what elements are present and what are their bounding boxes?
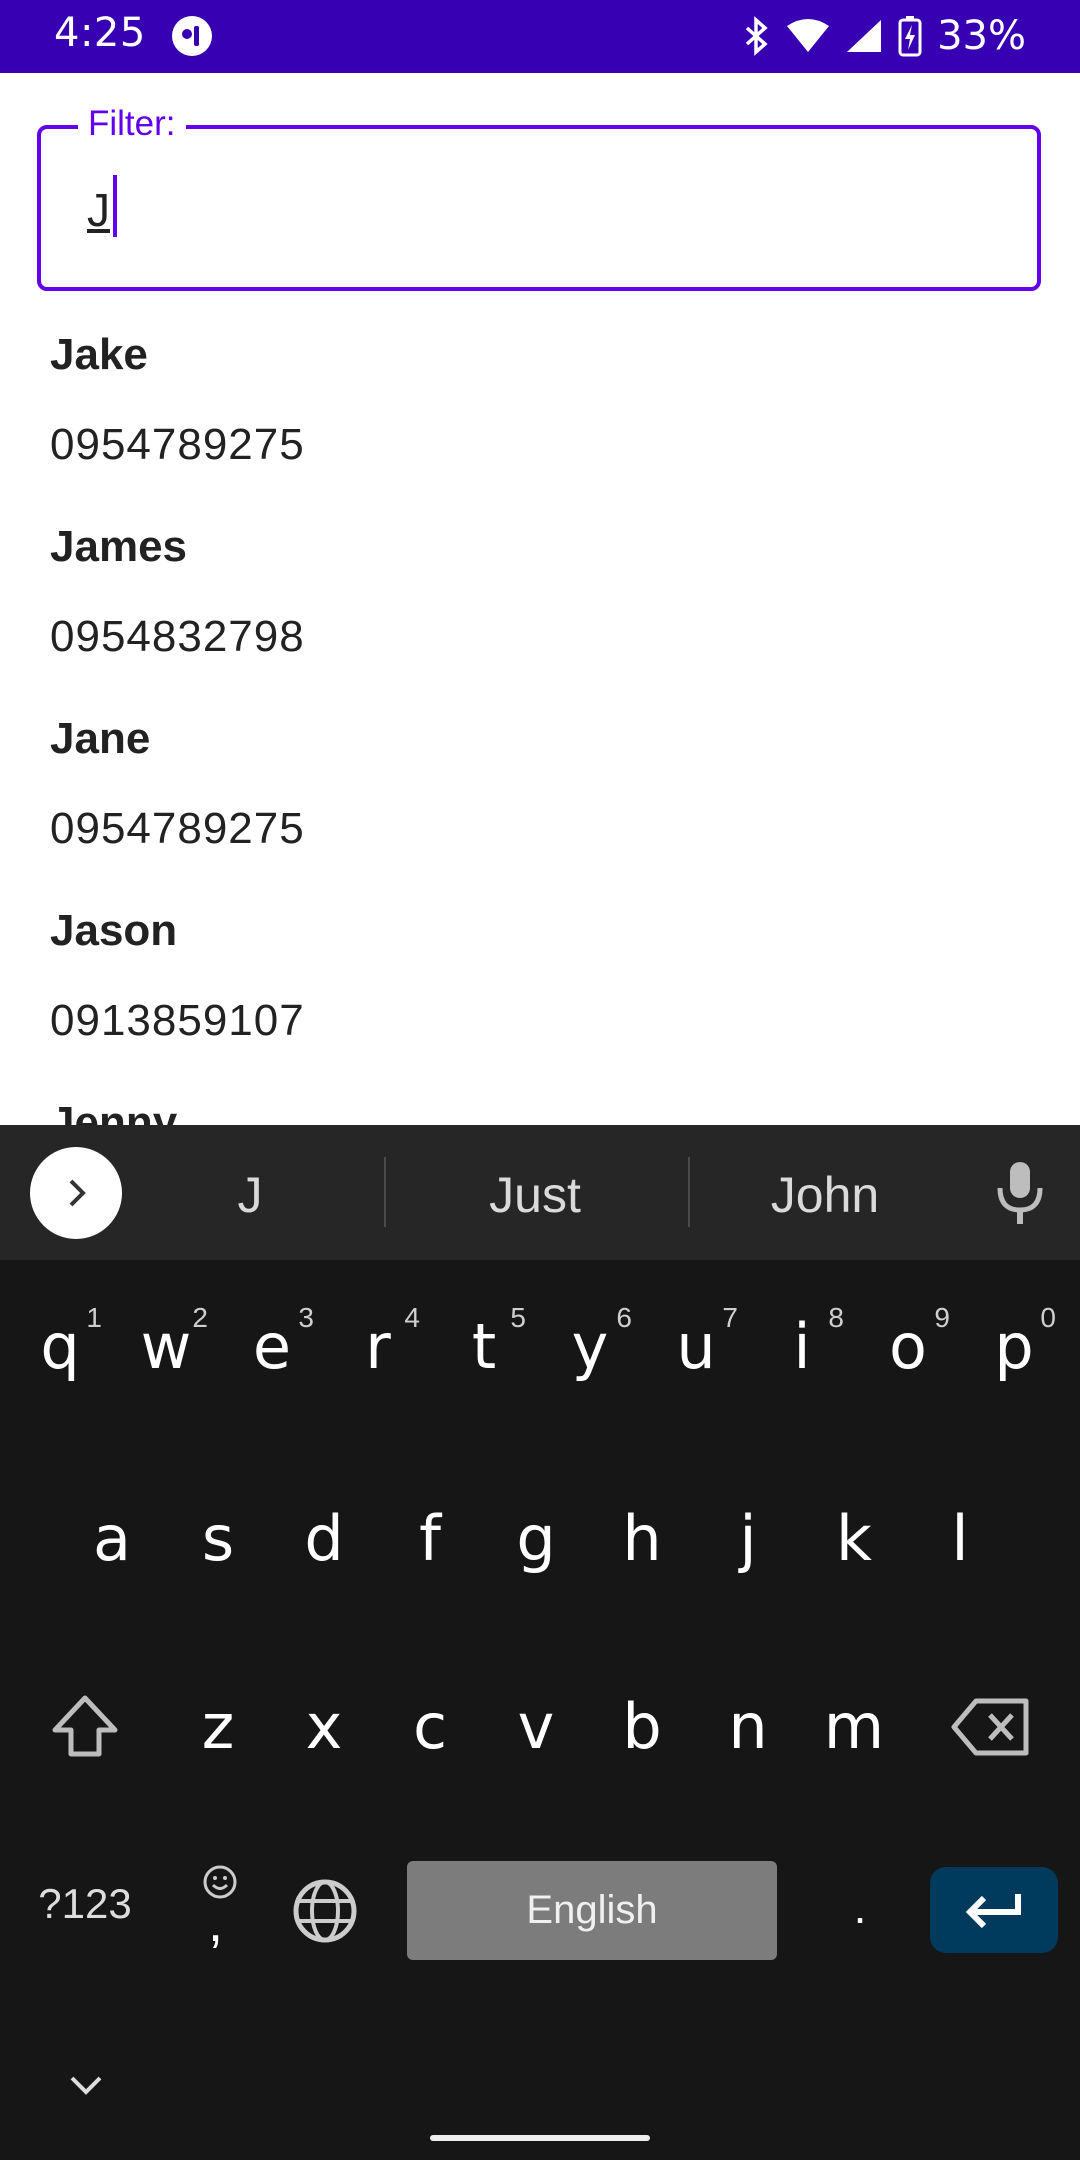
enter-key[interactable] xyxy=(930,1867,1058,1953)
contact-phone: 0954789275 xyxy=(50,420,305,469)
enter-icon xyxy=(965,1894,1021,1929)
key-a[interactable]: a xyxy=(64,1502,160,1575)
contact-name: Jenny xyxy=(50,1098,178,1125)
key-y[interactable]: y6 xyxy=(542,1302,638,1383)
backspace-key[interactable] xyxy=(944,1695,1040,1767)
shift-icon xyxy=(52,1695,118,1757)
suggestion-2[interactable]: Just xyxy=(410,1160,660,1230)
home-gesture-bar[interactable] xyxy=(430,2135,650,2141)
status-bar: 4:25 33% xyxy=(0,0,1080,73)
key-c[interactable]: c xyxy=(382,1690,478,1763)
globe-icon[interactable] xyxy=(290,1876,360,1946)
key-j[interactable]: j xyxy=(700,1502,796,1575)
space-key[interactable]: English xyxy=(407,1861,777,1960)
signal-icon xyxy=(847,20,882,52)
list-item[interactable]: James 0954832798 xyxy=(50,522,950,662)
key-l[interactable]: l xyxy=(912,1502,1008,1575)
contact-list[interactable]: Jake 0954789275 James 0954832798 Jane 09… xyxy=(0,300,1080,1125)
list-item[interactable]: Jenny xyxy=(50,1098,950,1125)
key-w[interactable]: w2 xyxy=(118,1302,214,1383)
key-z[interactable]: z xyxy=(170,1690,266,1763)
chevron-right-icon xyxy=(69,1179,86,1207)
key-v[interactable]: v xyxy=(488,1690,584,1763)
suggestion-3[interactable]: John xyxy=(710,1160,940,1230)
hide-keyboard-chevron-icon[interactable] xyxy=(66,2070,106,2100)
backspace-icon xyxy=(951,1698,1029,1756)
key-g[interactable]: g xyxy=(488,1502,584,1575)
suggestion-divider xyxy=(688,1157,690,1227)
key-d[interactable]: d xyxy=(276,1502,372,1575)
status-time: 4:25 xyxy=(54,10,146,56)
expand-toolbar-button[interactable] xyxy=(30,1147,122,1239)
comma-label: , xyxy=(208,1893,224,1953)
contact-phone: 0954832798 xyxy=(50,612,305,661)
list-item[interactable]: Jake 0954789275 xyxy=(50,330,950,470)
symbols-key[interactable]: ?123 xyxy=(30,1880,140,1928)
suggestion-divider xyxy=(384,1157,386,1227)
period-key[interactable]: . xyxy=(830,1880,890,1934)
key-n[interactable]: n xyxy=(700,1690,796,1763)
bluetooth-icon xyxy=(745,16,768,56)
app-icon xyxy=(172,16,212,56)
key-e[interactable]: e3 xyxy=(224,1302,320,1383)
list-item[interactable]: Jane 0954789275 xyxy=(50,714,950,854)
battery-charging-icon xyxy=(898,16,922,57)
filter-input[interactable] xyxy=(87,180,987,240)
contact-name: James xyxy=(50,522,188,571)
key-m[interactable]: m xyxy=(806,1690,902,1763)
filter-label: Filter: xyxy=(78,104,186,144)
key-i[interactable]: i8 xyxy=(754,1302,850,1383)
key-k[interactable]: k xyxy=(806,1502,902,1575)
contact-name: Jane xyxy=(50,714,151,763)
key-u[interactable]: u7 xyxy=(648,1302,744,1383)
key-x[interactable]: x xyxy=(276,1690,372,1763)
comma-key[interactable]: , xyxy=(190,1862,250,1962)
key-o[interactable]: o9 xyxy=(860,1302,956,1383)
contact-phone: 0954789275 xyxy=(50,804,305,853)
contact-name: Jake xyxy=(50,330,148,379)
list-item[interactable]: Jason 0913859107 xyxy=(50,906,950,1046)
battery-percent: 33% xyxy=(937,13,1026,59)
key-f[interactable]: f xyxy=(382,1502,478,1575)
microphone-icon[interactable] xyxy=(990,1158,1050,1228)
key-r[interactable]: r4 xyxy=(330,1302,426,1383)
wifi-icon xyxy=(787,19,830,52)
key-b[interactable]: b xyxy=(594,1690,690,1763)
shift-key[interactable] xyxy=(40,1690,130,1770)
soft-keyboard xyxy=(0,1125,1080,2160)
key-s[interactable]: s xyxy=(170,1502,266,1575)
key-p[interactable]: p0 xyxy=(966,1302,1062,1383)
contact-name: Jason xyxy=(50,906,178,955)
key-t[interactable]: t5 xyxy=(436,1302,532,1383)
key-q[interactable]: q1 xyxy=(12,1302,108,1383)
contact-phone: 0913859107 xyxy=(50,996,305,1045)
key-h[interactable]: h xyxy=(594,1502,690,1575)
suggestion-1[interactable]: J xyxy=(140,1160,360,1230)
text-cursor xyxy=(113,175,117,237)
